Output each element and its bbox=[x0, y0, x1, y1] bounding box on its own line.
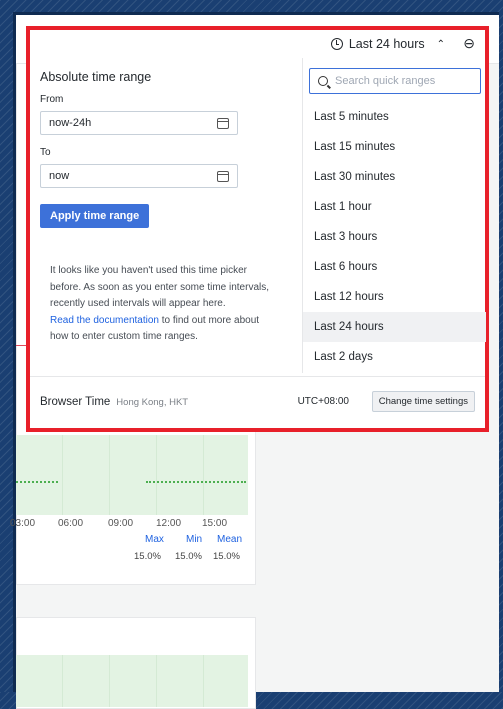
quick-ranges-search[interactable] bbox=[309, 68, 481, 94]
search-icon bbox=[318, 76, 328, 86]
from-label: From bbox=[40, 94, 64, 105]
legend-max[interactable]: Max bbox=[145, 534, 164, 545]
absolute-range-title: Absolute time range bbox=[40, 70, 152, 84]
x-tick-label: 09:00 bbox=[108, 518, 134, 529]
chevron-up-icon: ⌃ bbox=[436, 38, 445, 50]
apply-time-range-button[interactable]: Apply time range bbox=[40, 204, 150, 228]
chart-plot-area bbox=[16, 435, 248, 515]
quick-range-item[interactable]: Last 12 hours bbox=[303, 282, 486, 312]
calendar-icon[interactable] bbox=[217, 170, 229, 182]
time-range-label: Last 24 hours bbox=[348, 37, 425, 51]
clock-icon bbox=[330, 38, 343, 50]
from-input[interactable]: now-24h bbox=[40, 111, 238, 135]
search-input[interactable] bbox=[335, 75, 465, 87]
calendar-icon[interactable] bbox=[217, 117, 229, 129]
time-range-button[interactable]: Last 24 hours ⌃ bbox=[330, 37, 445, 51]
to-label: To bbox=[40, 147, 51, 158]
recent-ranges-info: It looks like you haven't used this time… bbox=[50, 263, 280, 346]
x-tick-label: 06:00 bbox=[58, 518, 84, 529]
chart-series-line bbox=[146, 481, 246, 483]
quick-ranges-list: Last 5 minutes Last 15 minutes Last 30 m… bbox=[303, 102, 486, 372]
quick-range-item[interactable]: Last 15 minutes bbox=[303, 132, 486, 162]
absolute-range-section: Absolute time range From now-24h To now … bbox=[40, 70, 290, 228]
quick-range-item-selected[interactable]: Last 24 hours bbox=[303, 312, 486, 342]
to-input[interactable]: now bbox=[40, 164, 238, 188]
legend-value: 15.0% bbox=[134, 551, 161, 562]
change-time-settings-button[interactable]: Change time settings bbox=[371, 391, 475, 412]
documentation-link[interactable]: Read the documentation bbox=[50, 315, 159, 326]
legend-min[interactable]: Min bbox=[186, 534, 202, 545]
browser-time-title: Browser Time bbox=[40, 396, 111, 408]
legend-value: 15.0% bbox=[213, 551, 240, 562]
timezone-name: Hong Kong, HKT bbox=[116, 397, 189, 408]
from-value: now-24h bbox=[49, 117, 92, 129]
quick-range-item[interactable]: Last 30 minutes bbox=[303, 162, 486, 192]
utc-offset: UTC+08:00 bbox=[297, 396, 349, 407]
quick-ranges-section: Last 5 minutes Last 15 minutes Last 30 m… bbox=[302, 58, 486, 373]
x-tick-label: 15:00 bbox=[202, 518, 228, 529]
info-text: It looks like you haven't used this time… bbox=[50, 265, 269, 309]
zoom-out-icon[interactable]: ⊖ bbox=[463, 35, 475, 52]
x-tick-label: 03:00 bbox=[10, 518, 36, 529]
quick-range-item[interactable]: Last 3 hours bbox=[303, 222, 486, 252]
time-picker-highlight: Last 24 hours ⌃ ⊖ Absolute time range Fr… bbox=[26, 26, 489, 432]
legend-mean[interactable]: Mean bbox=[217, 534, 242, 545]
quick-range-item[interactable]: Last 1 hour bbox=[303, 192, 486, 222]
chart-series-line bbox=[16, 481, 58, 483]
chart-plot-area-2 bbox=[16, 655, 248, 707]
x-tick-label: 12:00 bbox=[156, 518, 182, 529]
quick-range-item[interactable]: Last 2 days bbox=[303, 342, 486, 372]
legend-value: 15.0% bbox=[175, 551, 202, 562]
quick-range-item[interactable]: Last 6 hours bbox=[303, 252, 486, 282]
time-settings-footer: Browser Time Hong Kong, HKT UTC+08:00 Cha… bbox=[30, 376, 485, 429]
quick-range-item[interactable]: Last 5 minutes bbox=[303, 102, 486, 132]
to-value: now bbox=[49, 170, 70, 182]
browser-time-label: Browser Time Hong Kong, HKT bbox=[40, 396, 188, 408]
time-picker-popover: Last 24 hours ⌃ ⊖ Absolute time range Fr… bbox=[30, 30, 486, 429]
